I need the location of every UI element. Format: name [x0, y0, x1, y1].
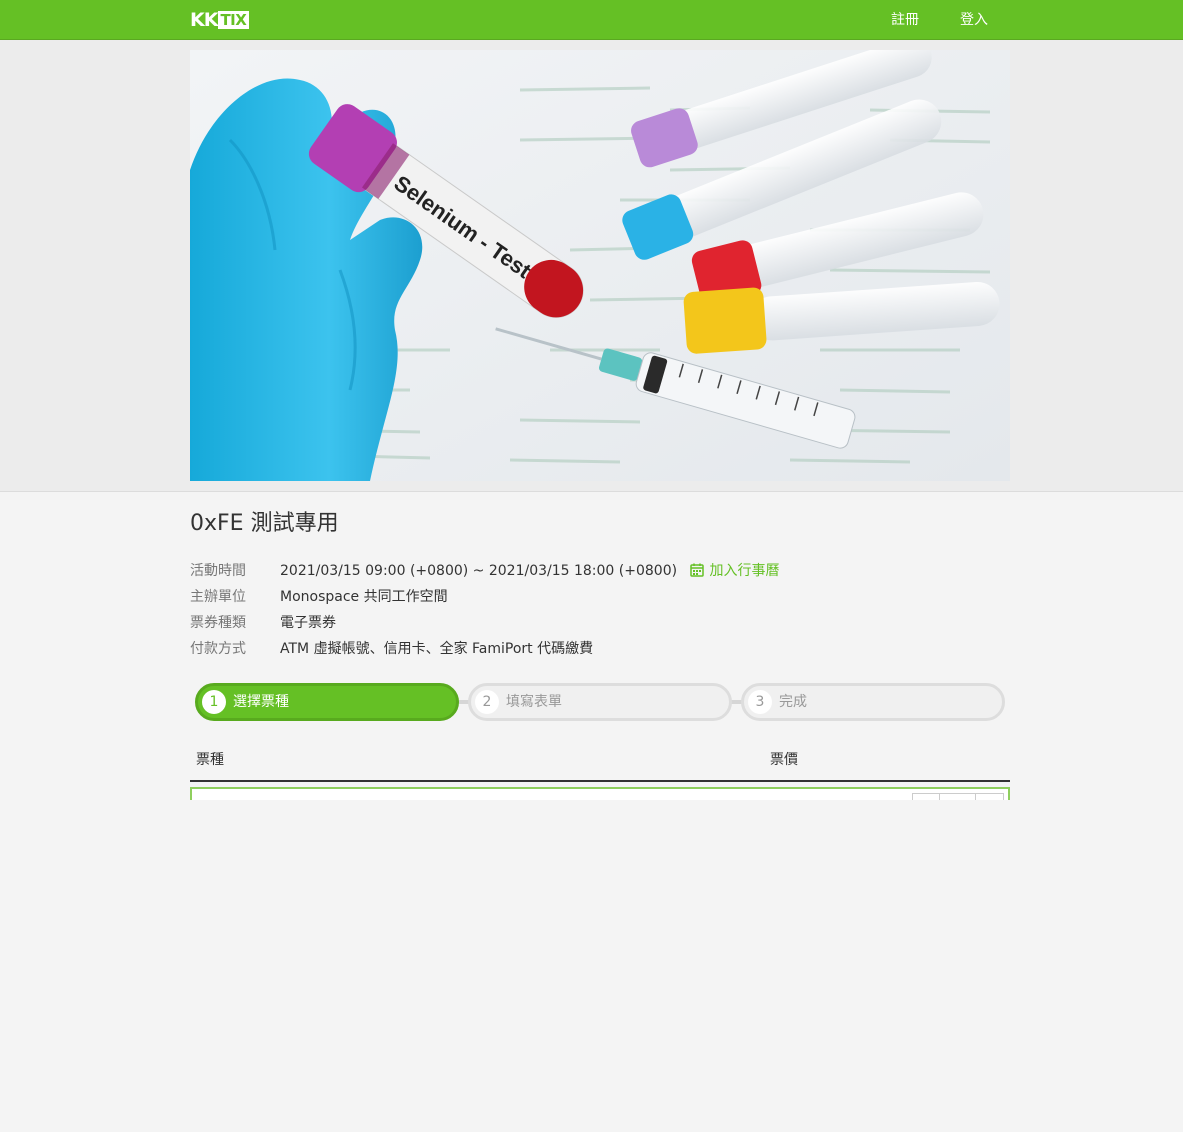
quantity-stepper[interactable] [912, 793, 1004, 800]
organizer-label: 主辦單位 [190, 589, 246, 605]
step-label: 選擇票種 [233, 694, 289, 710]
quantity-input[interactable] [940, 794, 976, 800]
quantity-plus-button[interactable] [976, 794, 1003, 800]
col-ticket-type: 票種 [196, 752, 224, 768]
calendar-icon [689, 563, 704, 577]
kktix-logo[interactable]: KK TIX [190, 9, 250, 31]
time-value: 2021/03/15 09:00 (+0800) ~ 2021/03/15 18… [280, 563, 678, 579]
step-number: 2 [475, 690, 499, 714]
event-title: 0xFE 測試專用 [190, 511, 339, 536]
add-to-calendar-link[interactable]: 加入行事曆 [689, 563, 780, 579]
add-calendar-text: 加入行事曆 [709, 563, 780, 579]
ticket-table-header: 票種 票價 [190, 744, 1010, 782]
step-select-ticket: 1 選擇票種 [195, 683, 459, 721]
quantity-minus-button[interactable] [913, 794, 941, 800]
time-label: 活動時間 [190, 563, 246, 579]
organizer-value: Monospace 共同工作空間 [280, 589, 448, 605]
step-number: 3 [748, 690, 772, 714]
payment-value: ATM 虛擬帳號、信用卡、全家 FamiPort 代碼繳費 [280, 641, 594, 657]
logo-text: KK [190, 9, 218, 31]
step-number: 1 [202, 690, 226, 714]
logo-box-text: TIX [218, 11, 250, 29]
step-label: 完成 [779, 694, 807, 710]
ticket-row [190, 787, 1010, 800]
step-label: 填寫表單 [506, 694, 562, 710]
ticket-type-value: 電子票券 [280, 615, 336, 631]
ticket-type-label: 票券種類 [190, 615, 246, 631]
event-banner-image: Selenium - Test [190, 50, 1010, 481]
payment-label: 付款方式 [190, 641, 246, 657]
step-complete: 3 完成 [741, 683, 1005, 721]
time-value-wrap: 2021/03/15 09:00 (+0800) ~ 2021/03/15 18… [280, 561, 780, 581]
top-navbar: KK TIX 註冊 登入 [0, 0, 1183, 40]
col-ticket-price: 票價 [770, 752, 798, 768]
login-link[interactable]: 登入 [960, 10, 988, 30]
step-fill-form: 2 填寫表單 [468, 683, 732, 721]
register-link[interactable]: 註冊 [891, 10, 919, 30]
progress-steps: 1 選擇票種 2 填寫表單 3 完成 [195, 683, 1005, 721]
